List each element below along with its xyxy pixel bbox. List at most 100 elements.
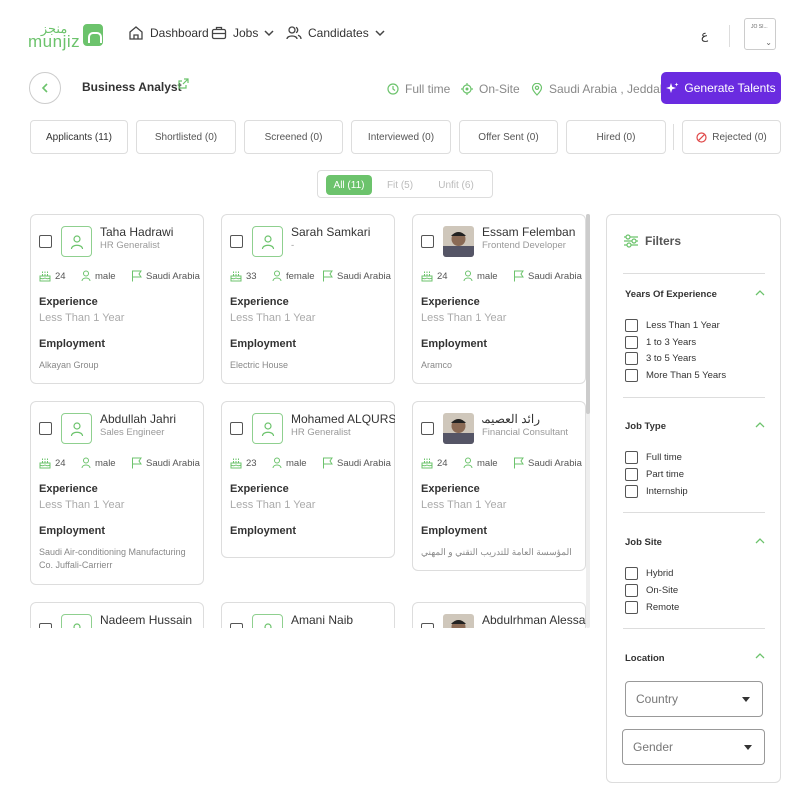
candidate-role: Sales Engineer [100,427,165,438]
checkbox[interactable] [625,369,638,382]
nav-candidates[interactable]: Candidates [286,25,391,41]
filters-panel: Filters Years Of Experience Less Than 1 … [606,214,781,783]
experience-label: Experience [230,483,289,495]
candidate-card[interactable]: Sarah Samkari - 33 female Saudi Arabia Experi… [221,214,395,384]
country-stat: Saudi Arabia [131,270,200,282]
country-value: Saudi Arabia [528,457,582,469]
filter-option[interactable]: Internship [625,485,688,498]
candidate-name[interactable]: Abdulrhman Alessa [482,613,586,627]
tab-hired[interactable]: Hired (0) [566,120,666,154]
tab-shortlisted[interactable]: Shortlisted (0) [136,120,236,154]
candidate-checkbox[interactable] [421,623,434,628]
candidate-card[interactable]: Abdullah Jahri Sales Engineer 24 male Saudi … [30,401,204,585]
checkbox[interactable] [625,584,638,597]
age-stat: 24 [39,270,66,282]
candidate-checkbox[interactable] [421,422,434,435]
country-select[interactable]: Country [625,681,763,717]
user-icon [70,421,83,437]
ban-icon [696,131,707,143]
candidate-card[interactable]: Mohamed ALQURSHIHR Generalist 23 male Saudi… [221,401,395,558]
checkbox[interactable] [625,468,638,481]
gender-stat: male [463,457,498,469]
tab-interviewed[interactable]: Interviewed (0) [351,120,451,154]
filter-years-title[interactable]: Years Of Experience [625,289,717,300]
generate-talents-button[interactable]: Generate Talents [661,72,781,104]
tab-offer-sent[interactable]: Offer Sent (0) [459,120,558,154]
candidate-name[interactable]: Nadeem Hussain [100,613,204,627]
checkbox[interactable] [625,601,638,614]
scrollbar[interactable] [586,214,590,628]
checkbox[interactable] [625,451,638,464]
sparkle-icon [666,82,679,93]
candidate-checkbox[interactable] [39,623,52,628]
filter-option[interactable]: Remote [625,601,679,614]
experience-value: Less Than 1 Year [39,499,125,511]
tab-screened[interactable]: Screened (0) [244,120,343,154]
fit-unfit-pill[interactable]: Unfit (6) [433,175,479,195]
country-value: Saudi Arabia [146,457,200,469]
avatar-placeholder [252,614,283,628]
back-button[interactable] [29,72,61,104]
nav-jobs[interactable]: Jobs [211,25,280,41]
munjiz-logo[interactable]: منجز munjiz [28,22,104,50]
fit-fit-pill[interactable]: Fit (5) [382,175,418,195]
chevron-up-icon[interactable] [755,421,765,428]
user-icon [261,622,274,628]
candidate-name[interactable]: رائد العصيمي [482,412,540,426]
gender-select[interactable]: Gender [622,729,765,765]
tab-rejected[interactable]: Rejected (0) [682,120,781,154]
filter-job-type-title[interactable]: Job Type [625,421,666,432]
scrollbar-thumb[interactable] [586,214,590,414]
candidate-name[interactable]: Essam Felemban [482,225,586,239]
candidate-card[interactable]: رائد العصيميFinancial Consultant 24 male Sa… [412,401,586,571]
candidate-card[interactable]: Nadeem Hussain [30,602,204,628]
candidate-card[interactable]: Taha Hadrawi HR Generalist 24 male Saudi Ara… [30,214,204,384]
candidate-name[interactable]: Abdullah Jahri [100,412,204,426]
user-icon [70,234,83,250]
filter-option[interactable]: Less Than 1 Year [625,319,720,332]
filter-location-title[interactable]: Location [625,653,665,664]
filter-option[interactable]: Hybrid [625,567,673,580]
filter-option[interactable]: 1 to 3 Years [625,336,696,349]
chevron-up-icon[interactable] [755,537,765,544]
candidate-checkbox[interactable] [421,235,434,248]
tab-label: Offer Sent (0) [478,131,539,143]
nav-dashboard[interactable]: Dashboard [128,25,209,41]
employment-value: Aramco [421,360,453,370]
filter-option[interactable]: Full time [625,451,682,464]
candidate-checkbox[interactable] [230,235,243,248]
chevron-up-icon[interactable] [755,289,765,296]
checkbox[interactable] [625,352,638,365]
filter-option[interactable]: 3 to 5 Years [625,352,696,365]
fit-all-pill[interactable]: All (11) [326,175,372,195]
checkbox[interactable] [625,567,638,580]
filter-option[interactable]: Part time [625,468,684,481]
language-switch[interactable]: ع [701,28,708,42]
country-select-placeholder: Country [636,692,679,706]
filter-job-site-title[interactable]: Job Site [625,537,662,548]
generate-talents-label: Generate Talents [684,81,776,95]
user-icon [261,234,274,250]
candidate-name[interactable]: Sarah Samkari [291,225,395,239]
checkbox[interactable] [625,319,638,332]
candidate-name[interactable]: Amani Naib [291,613,395,627]
candidate-name[interactable]: Mohamed ALQURSHI [291,412,395,426]
chevron-up-icon[interactable] [755,652,765,659]
candidate-checkbox[interactable] [230,422,243,435]
company-avatar[interactable]: JO SI... ⌄ [744,18,776,50]
filter-option[interactable]: More Than 5 Years [625,369,726,382]
candidate-name[interactable]: Taha Hadrawi [100,225,204,239]
checkbox[interactable] [625,485,638,498]
checkbox[interactable] [625,336,638,349]
candidate-card[interactable]: Abdulrhman Alessa [412,602,586,628]
external-link-icon[interactable] [178,78,189,89]
candidate-checkbox[interactable] [230,623,243,628]
filter-option[interactable]: On-Site [625,584,678,597]
candidate-card[interactable]: Essam Felemban Frontend Developer 24 male Sa… [412,214,586,384]
candidate-checkbox[interactable] [39,422,52,435]
candidate-card[interactable]: Amani Naib [221,602,395,628]
tab-label: Interviewed (0) [367,131,435,143]
tab-applicants[interactable]: Applicants (11) [30,120,128,154]
tab-label: Applicants (11) [46,131,112,143]
candidate-checkbox[interactable] [39,235,52,248]
